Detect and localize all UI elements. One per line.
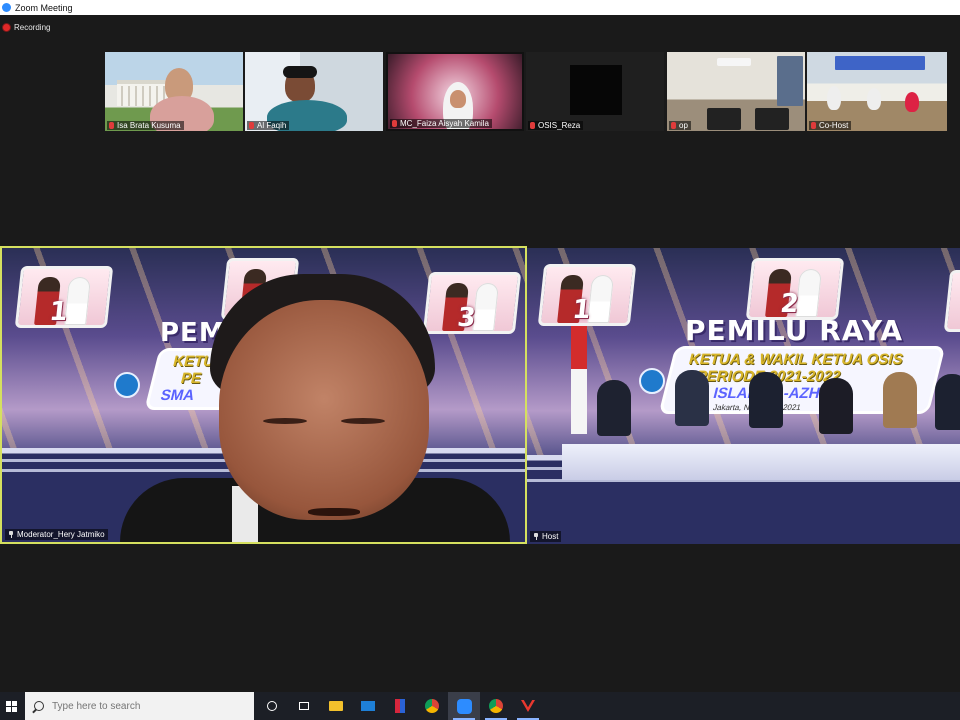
participant-video bbox=[867, 88, 881, 110]
chrome-button[interactable] bbox=[416, 692, 448, 720]
app-icon bbox=[521, 700, 535, 712]
participant-name: Co-Host bbox=[809, 121, 852, 130]
candidate-frame: 1 bbox=[537, 264, 637, 326]
app-button[interactable] bbox=[384, 692, 416, 720]
candidate-frame: 1 bbox=[14, 266, 114, 328]
mic-muted-icon bbox=[249, 122, 254, 129]
taskbar-search[interactable] bbox=[25, 692, 254, 720]
mail-icon bbox=[361, 701, 375, 711]
participant-video bbox=[717, 58, 751, 66]
panel-member bbox=[935, 374, 960, 430]
participant-video bbox=[450, 90, 466, 108]
participant-thumbnail[interactable]: MC_Faiza Aisyah Kamila bbox=[386, 52, 524, 131]
title-bar: Zoom Meeting bbox=[0, 0, 960, 15]
mic-muted-icon bbox=[530, 122, 535, 129]
task-view-circle-icon bbox=[267, 701, 277, 711]
participant-video bbox=[827, 86, 841, 110]
participant-name: Host bbox=[530, 531, 562, 542]
participant-video bbox=[707, 108, 741, 130]
taskbar bbox=[0, 692, 960, 720]
panel-member bbox=[749, 372, 783, 428]
mic-muted-icon bbox=[811, 122, 816, 129]
participant-name: op bbox=[669, 121, 691, 130]
cortana-button[interactable] bbox=[256, 692, 288, 720]
participant-video bbox=[835, 56, 925, 70]
participant-thumbnail[interactable]: op bbox=[667, 52, 805, 131]
zoom-icon bbox=[456, 698, 472, 714]
file-explorer-button[interactable] bbox=[320, 692, 352, 720]
recording-dot-icon bbox=[3, 24, 10, 31]
pin-icon bbox=[533, 533, 539, 540]
zoom-taskbar-button[interactable] bbox=[448, 692, 480, 720]
school-logo-icon bbox=[639, 368, 665, 394]
task-view-icon bbox=[299, 702, 309, 710]
participant-name: Moderator_Hery Jatmiko bbox=[5, 529, 108, 540]
participant-video bbox=[570, 65, 622, 115]
participant-name: Al Faqih bbox=[247, 121, 290, 130]
participant-thumbnail[interactable]: OSIS_Reza bbox=[526, 52, 664, 131]
zoom-app-icon bbox=[2, 3, 11, 12]
participant-video bbox=[905, 92, 919, 112]
search-input[interactable] bbox=[52, 700, 232, 712]
recording-indicator[interactable]: Recording bbox=[3, 23, 50, 32]
participant-video bbox=[283, 66, 317, 78]
panel-table bbox=[562, 444, 960, 480]
app-button[interactable] bbox=[512, 692, 544, 720]
participant-video bbox=[755, 108, 789, 130]
participant-thumbnail[interactable]: Isa Brata Kusuma bbox=[105, 52, 243, 131]
search-icon bbox=[34, 701, 44, 711]
chrome-button[interactable] bbox=[480, 692, 512, 720]
windows-start-icon bbox=[5, 700, 17, 712]
panel-member bbox=[883, 372, 917, 428]
panel-member bbox=[819, 378, 853, 434]
participant-thumbnail[interactable]: Co-Host bbox=[807, 52, 947, 131]
participant-video bbox=[777, 56, 803, 106]
participant-thumbnail[interactable]: Al Faqih bbox=[245, 52, 383, 131]
chrome-icon bbox=[425, 699, 439, 713]
file-explorer-icon bbox=[329, 701, 343, 711]
pin-icon bbox=[8, 531, 14, 538]
mic-muted-icon bbox=[392, 120, 397, 127]
participant-name: OSIS_Reza bbox=[528, 121, 584, 130]
panel-member bbox=[675, 370, 709, 426]
stage-title: PEMILU RAYA bbox=[685, 314, 904, 347]
participant-name: Isa Brata Kusuma bbox=[107, 121, 184, 130]
panel-member bbox=[597, 380, 631, 436]
start-button[interactable] bbox=[0, 692, 22, 720]
recording-label: Recording bbox=[14, 23, 51, 32]
candidate-frame: 2 bbox=[745, 258, 845, 320]
mic-muted-icon bbox=[109, 122, 114, 129]
host-tile[interactable]: 1 2 PEMILU RAYA KETUA & WAKIL KETUA OSIS… bbox=[527, 248, 960, 544]
mic-muted-icon bbox=[671, 122, 676, 129]
window-title: Zoom Meeting bbox=[15, 2, 73, 13]
app-icon bbox=[395, 699, 405, 713]
mail-button[interactable] bbox=[352, 692, 384, 720]
task-view-button[interactable] bbox=[288, 692, 320, 720]
participant-video bbox=[205, 270, 441, 542]
chrome-icon bbox=[489, 699, 503, 713]
participant-name: MC_Faiza Aisyah Kamila bbox=[390, 119, 492, 128]
school-logo-icon bbox=[114, 372, 140, 398]
